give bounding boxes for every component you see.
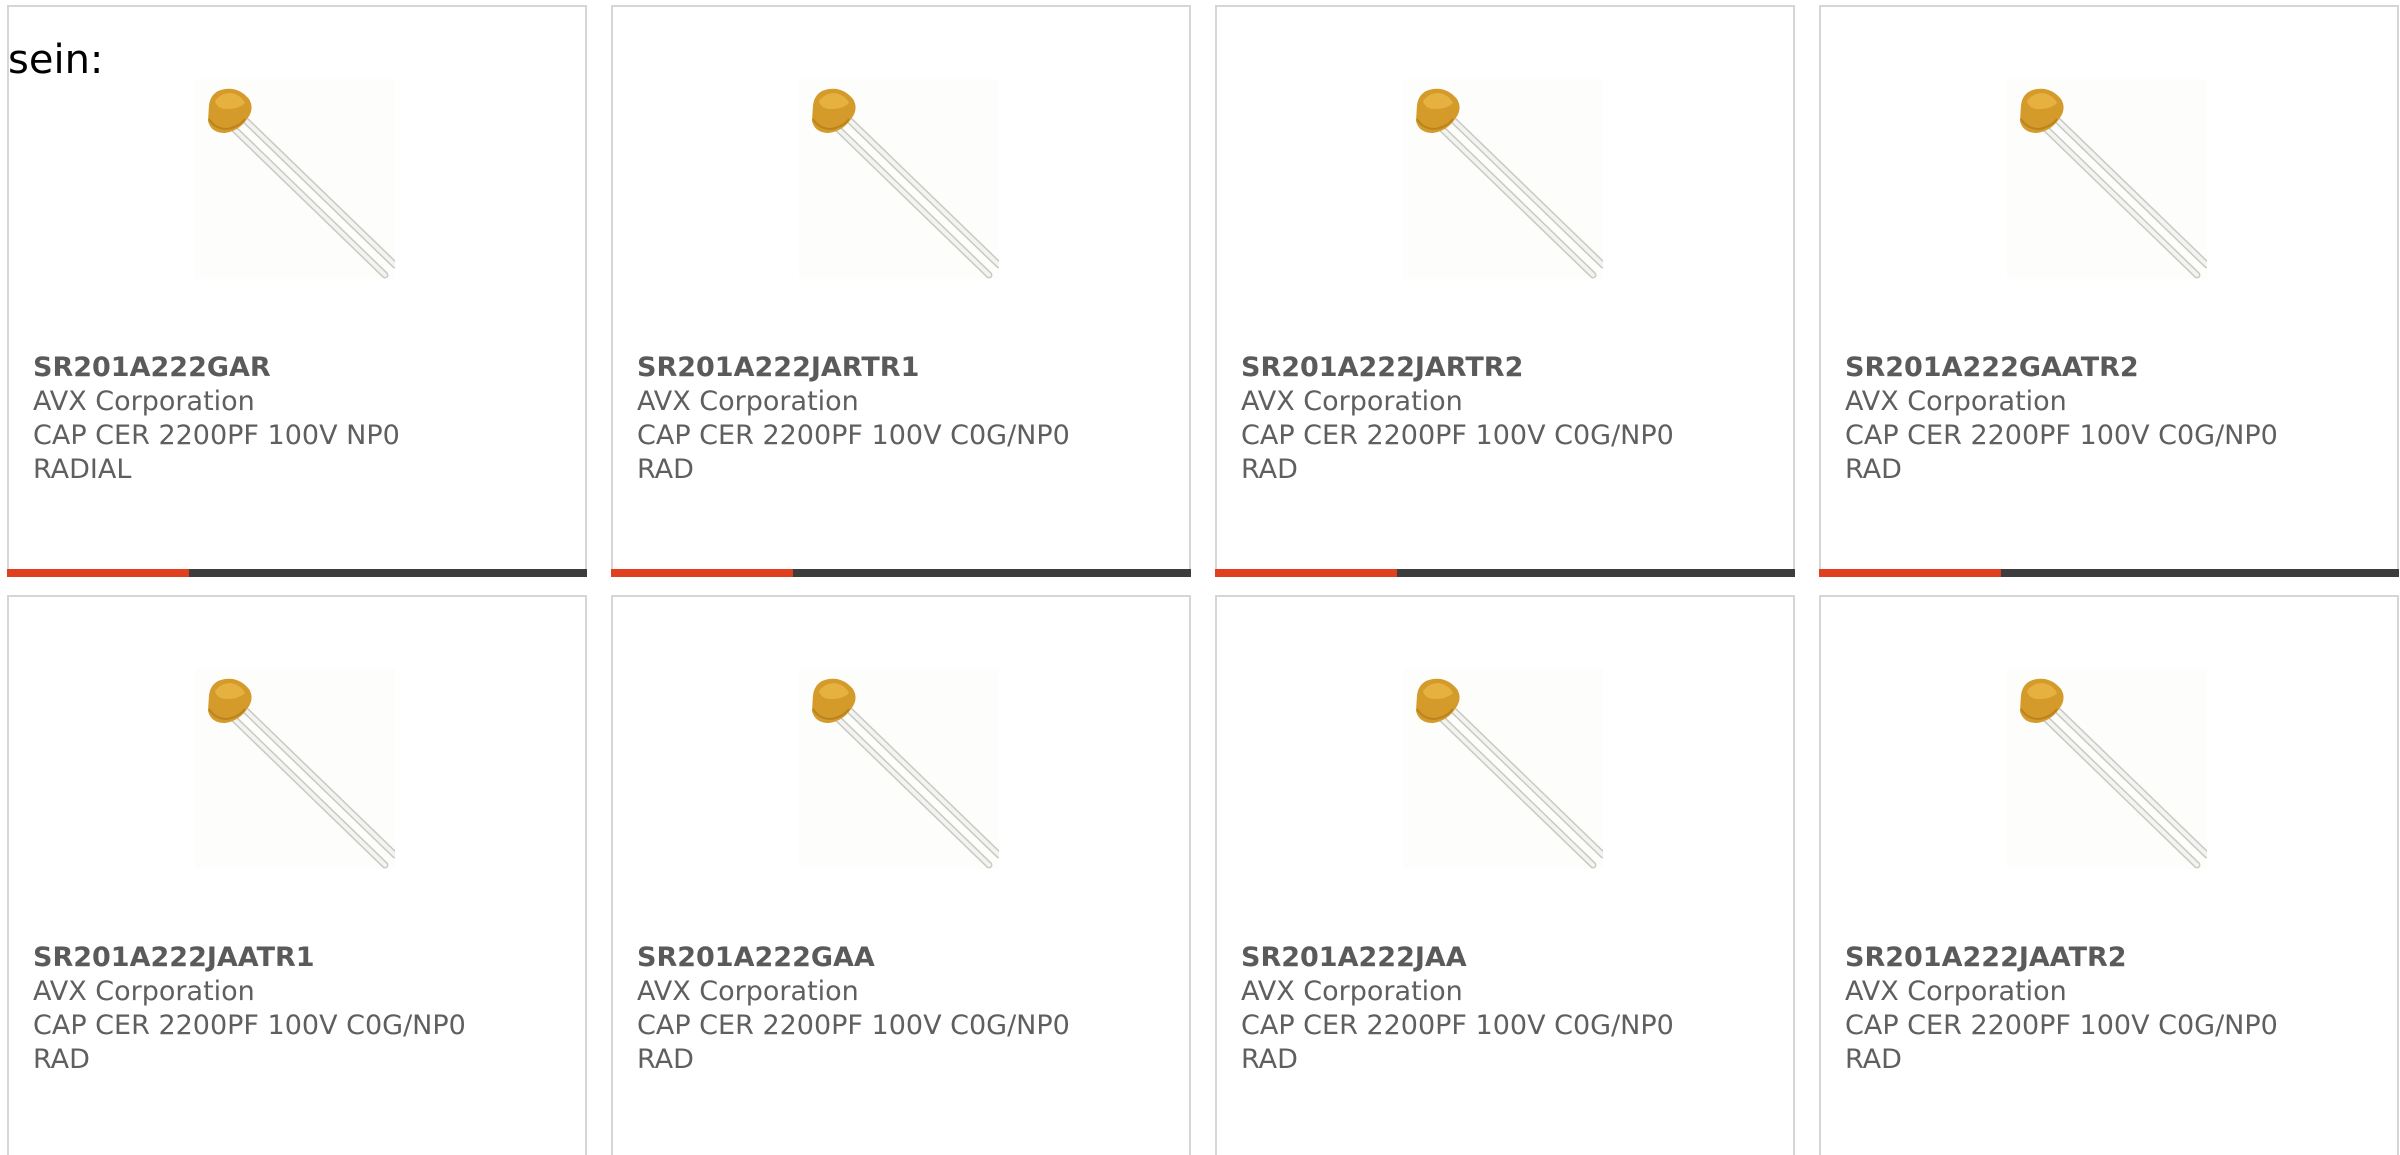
card-footer-bar bbox=[1819, 569, 2399, 577]
manufacturer: AVX Corporation bbox=[1845, 976, 2067, 1007]
product-info: SR201A222JARTR1 AVX Corporation CAP CER … bbox=[637, 351, 1169, 487]
product-card[interactable]: SR201A222GAR AVX Corporation CAP CER 220… bbox=[7, 5, 587, 577]
package: RAD bbox=[1241, 454, 1298, 485]
package: RAD bbox=[637, 1044, 694, 1075]
product-card[interactable]: SR201A222GAA AVX Corporation CAP CER 220… bbox=[611, 595, 1191, 1155]
card-accent-bar bbox=[1819, 569, 2001, 577]
ceramic-capacitor-icon bbox=[799, 79, 999, 279]
card-footer-bar bbox=[1215, 569, 1795, 577]
product-info: SR201A222JAA AVX Corporation CAP CER 220… bbox=[1241, 941, 1773, 1077]
description: CAP CER 2200PF 100V C0G/NP0 bbox=[1241, 1010, 1674, 1041]
description: CAP CER 2200PF 100V C0G/NP0 bbox=[1845, 420, 2278, 451]
product-info: SR201A222JARTR2 AVX Corporation CAP CER … bbox=[1241, 351, 1773, 487]
description: CAP CER 2200PF 100V C0G/NP0 bbox=[1241, 420, 1674, 451]
package: RAD bbox=[33, 1044, 90, 1075]
manufacturer: AVX Corporation bbox=[33, 976, 255, 1007]
manufacturer: AVX Corporation bbox=[1845, 386, 2067, 417]
description: CAP CER 2200PF 100V C0G/NP0 bbox=[33, 1010, 466, 1041]
card-footer-bar bbox=[7, 569, 587, 577]
product-info: SR201A222GAATR2 AVX Corporation CAP CER … bbox=[1845, 351, 2377, 487]
ceramic-capacitor-icon bbox=[195, 669, 395, 869]
card-accent-bar bbox=[7, 569, 189, 577]
product-card[interactable]: SR201A222JAA AVX Corporation CAP CER 220… bbox=[1215, 595, 1795, 1155]
manufacturer: AVX Corporation bbox=[1241, 386, 1463, 417]
package: RAD bbox=[637, 454, 694, 485]
package: RAD bbox=[1845, 454, 1902, 485]
part-number: SR201A222JARTR2 bbox=[1241, 352, 1524, 383]
manufacturer: AVX Corporation bbox=[637, 386, 859, 417]
product-info: SR201A222JAATR1 AVX Corporation CAP CER … bbox=[33, 941, 565, 1077]
ceramic-capacitor-icon bbox=[1403, 79, 1603, 279]
part-number: SR201A222GAATR2 bbox=[1845, 352, 2139, 383]
product-card[interactable]: SR201A222JAATR1 AVX Corporation CAP CER … bbox=[7, 595, 587, 1155]
part-number: SR201A222JAATR1 bbox=[33, 942, 315, 973]
intro-text: sein: bbox=[8, 37, 104, 83]
ceramic-capacitor-icon bbox=[2007, 669, 2207, 869]
product-card[interactable]: SR201A222JARTR1 AVX Corporation CAP CER … bbox=[611, 5, 1191, 577]
part-number: SR201A222JAATR2 bbox=[1845, 942, 2127, 973]
card-accent-bar bbox=[611, 569, 793, 577]
product-grid-page: sein: SR201A222GAR AVX Corporation CAP C… bbox=[0, 0, 2400, 1155]
product-card[interactable]: SR201A222GAATR2 AVX Corporation CAP CER … bbox=[1819, 5, 2399, 577]
card-footer-bar bbox=[611, 569, 1191, 577]
ceramic-capacitor-icon bbox=[195, 79, 395, 279]
ceramic-capacitor-icon bbox=[799, 669, 999, 869]
manufacturer: AVX Corporation bbox=[33, 386, 255, 417]
part-number: SR201A222GAR bbox=[33, 352, 271, 383]
manufacturer: AVX Corporation bbox=[1241, 976, 1463, 1007]
description: CAP CER 2200PF 100V C0G/NP0 bbox=[637, 1010, 1070, 1041]
product-info: SR201A222GAA AVX Corporation CAP CER 220… bbox=[637, 941, 1169, 1077]
package: RAD bbox=[1845, 1044, 1902, 1075]
part-number: SR201A222JARTR1 bbox=[637, 352, 920, 383]
product-card[interactable]: SR201A222JARTR2 AVX Corporation CAP CER … bbox=[1215, 5, 1795, 577]
card-accent-bar bbox=[1215, 569, 1397, 577]
package: RAD bbox=[1241, 1044, 1298, 1075]
ceramic-capacitor-icon bbox=[2007, 79, 2207, 279]
ceramic-capacitor-icon bbox=[1403, 669, 1603, 869]
part-number: SR201A222GAA bbox=[637, 942, 875, 973]
description: CAP CER 2200PF 100V NP0 bbox=[33, 420, 400, 451]
manufacturer: AVX Corporation bbox=[637, 976, 859, 1007]
package: RADIAL bbox=[33, 454, 132, 485]
product-info: SR201A222GAR AVX Corporation CAP CER 220… bbox=[33, 351, 565, 487]
description: CAP CER 2200PF 100V C0G/NP0 bbox=[637, 420, 1070, 451]
part-number: SR201A222JAA bbox=[1241, 942, 1467, 973]
description: CAP CER 2200PF 100V C0G/NP0 bbox=[1845, 1010, 2278, 1041]
product-card[interactable]: SR201A222JAATR2 AVX Corporation CAP CER … bbox=[1819, 595, 2399, 1155]
product-info: SR201A222JAATR2 AVX Corporation CAP CER … bbox=[1845, 941, 2377, 1077]
